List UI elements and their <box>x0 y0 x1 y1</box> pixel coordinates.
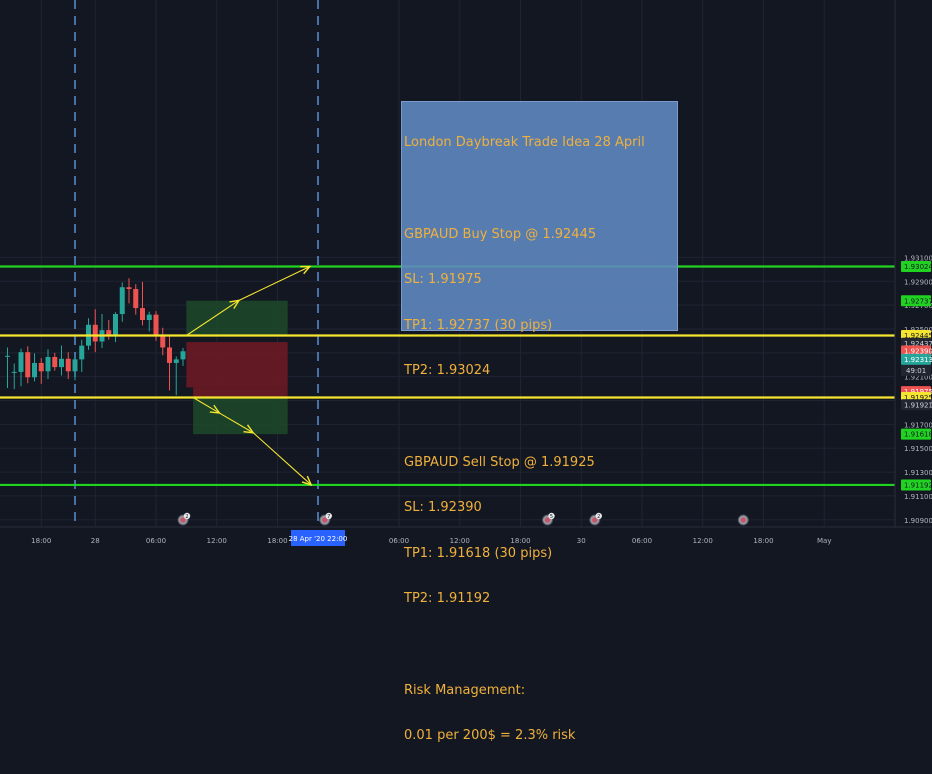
candle-body <box>32 362 37 378</box>
price-label-tag: 1.91921 <box>901 399 932 411</box>
economic-event-icon[interactable] <box>737 514 749 526</box>
time-tick-label: 18:00 <box>31 537 51 545</box>
note-sell-sl: SL: 1.92390 <box>404 500 482 516</box>
candle-body <box>126 287 132 290</box>
time-tick-label: 18:00 <box>753 537 773 545</box>
candle-body <box>160 336 166 348</box>
candle-body <box>38 362 44 372</box>
time-tick-label: 12:00 <box>693 537 713 545</box>
candle-body <box>59 358 64 368</box>
take-profit-zone[interactable] <box>186 300 288 336</box>
candle-body <box>72 359 78 372</box>
price-tick-label: 1.91700 <box>904 421 932 429</box>
time-tick-label: 18:00 <box>267 537 287 545</box>
price-tick-label: 1.92900 <box>904 278 932 286</box>
stop-loss-zone[interactable] <box>186 342 288 388</box>
price-label-text: 1.92313 <box>904 356 932 364</box>
price-tick-label: 1.90900 <box>904 517 932 525</box>
event-count-text: 7 <box>327 514 330 520</box>
candle-body <box>167 347 172 363</box>
candle-body <box>173 359 179 363</box>
price-label-text: 1.91618 <box>904 431 932 439</box>
note-spacer <box>404 409 677 424</box>
price-label-text: 1.92737 <box>904 297 932 305</box>
candle-body <box>45 356 51 372</box>
candle-body <box>180 351 186 360</box>
price-label-tag: 1.92737 <box>901 295 932 307</box>
candle-body <box>79 345 85 360</box>
price-label-text: 1.93024 <box>904 263 932 271</box>
price-tick-label: 1.91300 <box>904 469 932 477</box>
candle-body <box>65 358 71 372</box>
price-label-text: 1.91192 <box>904 482 932 490</box>
candle-body <box>119 287 125 315</box>
note-buy-tp2: TP2: 1.93024 <box>404 363 491 379</box>
candle-body <box>18 352 24 372</box>
take-profit-zone[interactable] <box>193 397 288 435</box>
note-spacer <box>404 637 677 652</box>
price-label-text: 1.91921 <box>904 401 932 409</box>
trade-idea-note[interactable]: London Daybreak Trade Idea 28 April GBPA… <box>401 101 678 743</box>
note-buy-sl: SL: 1.91975 <box>404 272 482 288</box>
candle-body <box>133 289 139 309</box>
candle-body <box>11 371 17 373</box>
candle-body <box>52 356 58 368</box>
note-buy-tp1: TP1: 1.92737 (30 pips) <box>404 317 553 333</box>
price-label-tag: 1.92313 <box>901 353 932 365</box>
candle-body <box>146 314 152 321</box>
price-tick-label: 1.91500 <box>904 445 932 453</box>
time-tick-label: 12:00 <box>207 537 227 545</box>
price-label-tag: 1.91618 <box>901 428 932 440</box>
time-tick-label: 06:00 <box>146 537 166 545</box>
candle-body <box>92 324 98 342</box>
candle-body <box>113 314 118 336</box>
bar-countdown-text: 49:01 <box>906 367 926 375</box>
candle-body <box>140 308 145 321</box>
event-count-text: 2 <box>185 514 188 520</box>
note-buy-stop: GBPAUD Buy Stop @ 1.92445 <box>404 226 597 242</box>
price-tick-label: 1.91100 <box>904 493 932 501</box>
note-sell-tp2: TP2: 1.91192 <box>404 591 491 607</box>
candle-body <box>5 355 10 357</box>
note-sell-tp1: TP1: 1.91618 (30 pips) <box>404 545 553 561</box>
note-spacer <box>404 181 677 196</box>
time-tick-label: May <box>817 537 831 545</box>
note-risk-heading: Risk Management: <box>404 682 526 698</box>
event-flag-core <box>740 517 746 523</box>
note-title: London Daybreak Trade Idea 28 April <box>404 135 645 151</box>
crosshair-date-text: 28 Apr '20 22:00 <box>289 535 348 543</box>
price-label-tag: 1.93024 <box>901 260 932 272</box>
price-label-tag: 1.91192 <box>901 479 932 491</box>
stop-loss-zone[interactable] <box>193 387 288 398</box>
tradingview-chart[interactable]: 1.90900 1.91100 1.91300 1.91500 1.91700 1.919… <box>0 0 932 743</box>
candle-body <box>25 352 31 378</box>
note-risk-rule: 0.01 per 200$ = 2.3% risk <box>404 728 576 744</box>
price-axis[interactable] <box>895 0 932 550</box>
time-tick-label: 28 <box>91 537 100 545</box>
candle-body <box>153 314 159 337</box>
note-sell-stop: GBPAUD Sell Stop @ 1.91925 <box>404 454 595 470</box>
